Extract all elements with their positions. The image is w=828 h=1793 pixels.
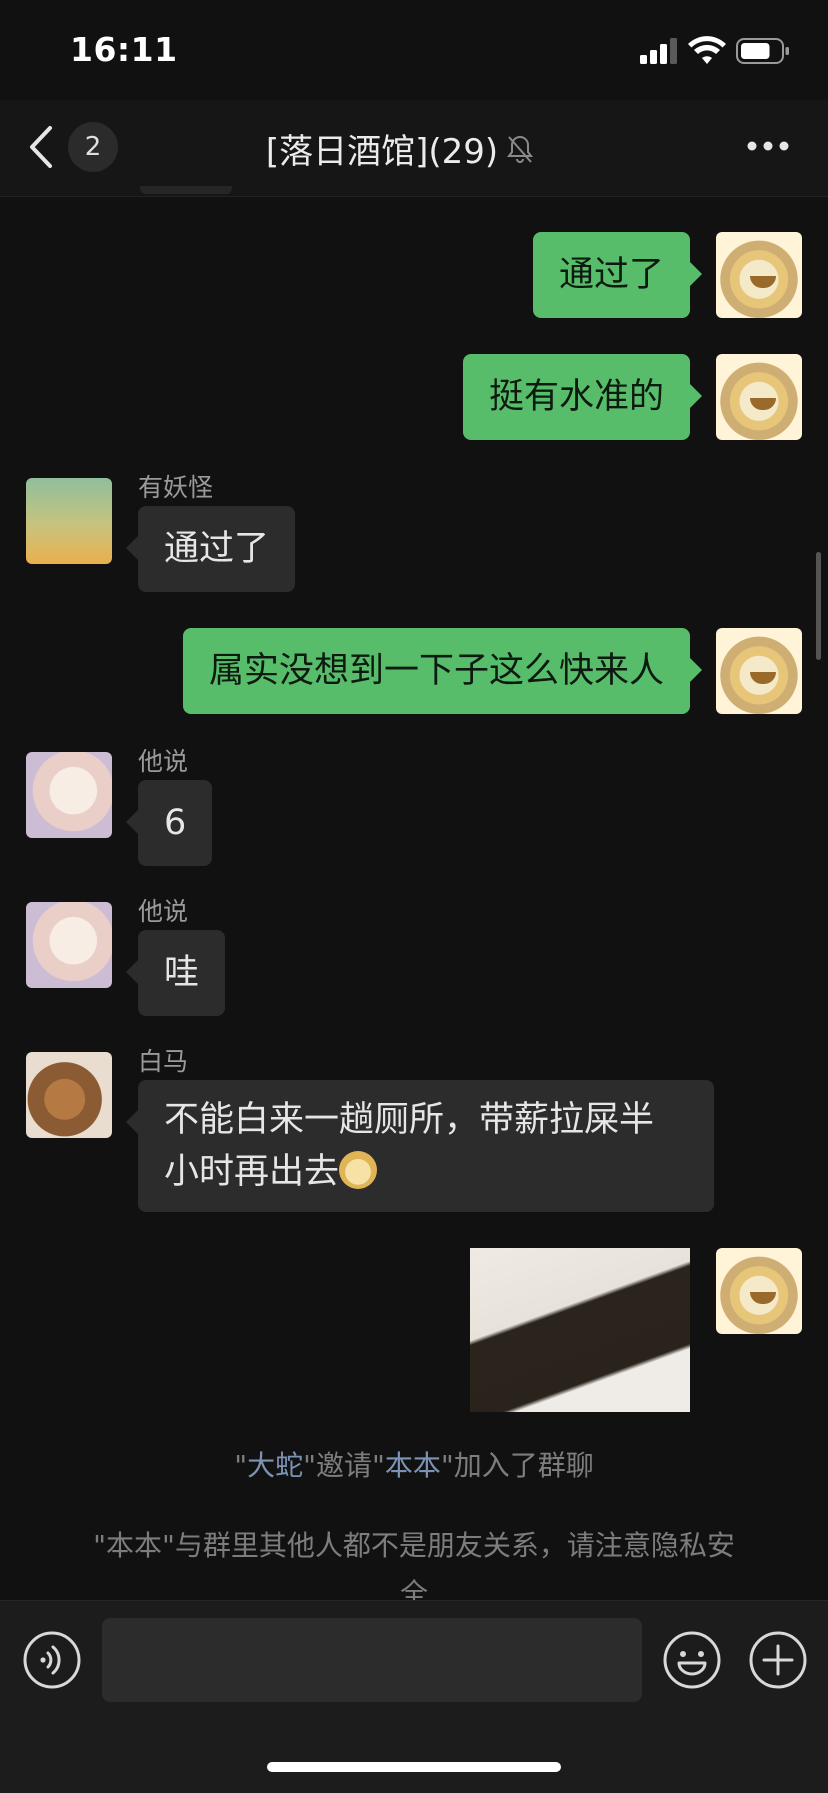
chat-title-text: [落日酒馆](29) xyxy=(265,132,499,172)
chat-title: [落日酒馆](29) xyxy=(200,124,600,173)
back-icon[interactable] xyxy=(26,124,56,170)
status-time: 16:11 xyxy=(70,30,178,69)
message-line: 不能白来一趟厕所，带薪拉屎半 xyxy=(164,1100,655,1140)
message-line-text: 小时再出去 xyxy=(164,1152,340,1192)
avatar[interactable] xyxy=(716,1248,802,1334)
sys-line: "本本"与群里其他人都不是朋友关系，请注意隐私安 xyxy=(93,1529,735,1562)
avatar[interactable] xyxy=(716,232,802,318)
inviter-link[interactable]: 大蛇 xyxy=(247,1449,303,1482)
unread-count-badge[interactable]: 2 xyxy=(68,122,118,172)
message-bubble[interactable]: 通过了 xyxy=(532,232,703,318)
system-notice-invite: "大蛇"邀请"本本"加入了群聊 xyxy=(0,1444,828,1484)
sys-text: "加入了群聊 xyxy=(440,1449,594,1482)
message-bubble[interactable]: 哇 xyxy=(125,930,226,1016)
message-bubble[interactable]: 6 xyxy=(125,780,213,866)
avatar[interactable] xyxy=(26,752,112,838)
voice-icon[interactable] xyxy=(22,1630,82,1690)
sender-name: 他说 xyxy=(138,747,189,776)
wifi-icon xyxy=(688,36,726,64)
signal-icon xyxy=(640,38,677,64)
plus-icon[interactable] xyxy=(748,1630,808,1690)
doge-emoji-icon xyxy=(339,1151,378,1189)
image-message[interactable] xyxy=(470,1248,690,1412)
avatar[interactable] xyxy=(26,902,112,988)
message-bubble[interactable]: 不能白来一趟厕所，带薪拉屎半 小时再出去 xyxy=(126,1080,714,1212)
sender-name: 他说 xyxy=(138,897,189,926)
message-line: 小时再出去 xyxy=(164,1146,688,1198)
sys-text: "邀请" xyxy=(303,1449,385,1482)
sys-text: " xyxy=(234,1449,248,1482)
sender-name: 白马 xyxy=(138,1047,189,1076)
message-bubble[interactable]: 属实没想到一下子这么快来人 xyxy=(182,628,703,714)
message-input[interactable] xyxy=(102,1618,642,1702)
previous-message-edge xyxy=(140,186,232,194)
avatar[interactable] xyxy=(716,628,802,714)
invitee-link[interactable]: 本本 xyxy=(385,1449,441,1482)
message-bubble[interactable]: 挺有水准的 xyxy=(462,354,703,440)
message-bubble[interactable]: 通过了 xyxy=(125,506,296,592)
home-indicator[interactable] xyxy=(267,1762,561,1772)
scroll-indicator[interactable] xyxy=(816,552,821,660)
emoji-icon[interactable] xyxy=(662,1630,722,1690)
avatar[interactable] xyxy=(26,478,112,564)
battery-icon xyxy=(736,38,789,64)
sender-name: 有妖怪 xyxy=(138,473,214,502)
bell-muted-icon xyxy=(507,135,534,163)
avatar[interactable] xyxy=(716,354,802,440)
more-icon[interactable] xyxy=(746,136,790,156)
avatar[interactable] xyxy=(26,1052,112,1138)
